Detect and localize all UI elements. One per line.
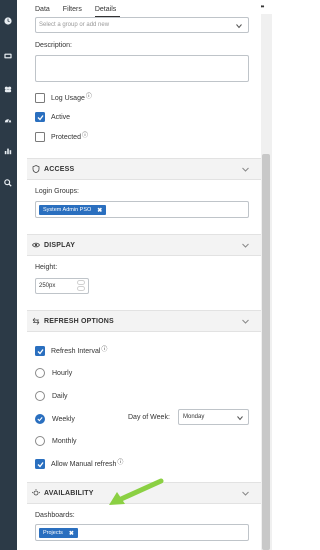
refresh-section-header[interactable]: REFRESH OPTIONS — [27, 310, 261, 332]
monthly-radio-row[interactable]: Monthly — [35, 436, 77, 446]
left-icon-rail — [0, 0, 17, 550]
allow-manual-refresh-label: Allow Manual refresh — [51, 460, 117, 468]
info-icon[interactable]: ⓘ — [117, 457, 123, 466]
details-panel: Data Filters Details Select a group or a… — [27, 0, 261, 550]
remove-chip-icon[interactable]: ✖ — [69, 530, 74, 537]
dashboard-icon[interactable] — [3, 16, 13, 26]
refresh-section-title: REFRESH OPTIONS — [44, 317, 114, 325]
tab-bar: Data Filters Details — [35, 6, 126, 17]
height-stepper[interactable]: 250px — [35, 278, 89, 294]
info-icon[interactable]: ⓘ — [82, 130, 88, 139]
height-value: 250px — [39, 283, 56, 289]
shield-icon — [32, 165, 40, 173]
tab-filters[interactable]: Filters — [63, 6, 89, 17]
daily-radio-row[interactable]: Daily — [35, 391, 68, 401]
tab-data[interactable]: Data — [35, 6, 57, 17]
day-of-week-select[interactable]: Monday — [178, 409, 249, 425]
gauge-icon[interactable] — [3, 115, 13, 125]
info-icon[interactable]: ⓘ — [101, 344, 107, 353]
dashboard-chip: Projects ✖ — [39, 528, 78, 538]
check-icon — [37, 461, 44, 467]
refresh-interval-checkbox[interactable] — [35, 346, 45, 356]
active-checkbox-row[interactable]: Active — [35, 112, 70, 122]
allow-manual-refresh-checkbox[interactable] — [35, 459, 45, 469]
weekly-radio-row[interactable]: Weekly — [35, 414, 75, 424]
login-group-chip: System Admin PSO ✖ — [39, 205, 107, 215]
refresh-interval-row[interactable]: Refresh Interval ⓘ — [35, 346, 107, 356]
daily-radio[interactable] — [35, 391, 45, 401]
login-group-chip-label: System Admin PSO — [43, 207, 92, 213]
description-field[interactable] — [35, 55, 249, 82]
access-section-header[interactable]: ACCESS — [27, 158, 261, 180]
protected-label: Protected — [51, 133, 81, 141]
hourly-radio[interactable] — [35, 368, 45, 378]
day-of-week-label: Day of Week: — [128, 414, 170, 421]
check-icon — [37, 114, 44, 120]
bar-chart-icon[interactable] — [3, 146, 13, 156]
hourly-label: Hourly — [52, 369, 73, 377]
log-usage-checkbox-row[interactable]: Log Usage ⓘ — [35, 93, 92, 103]
log-usage-label: Log Usage — [51, 94, 85, 102]
remove-chip-icon[interactable]: ✖ — [97, 207, 102, 214]
check-icon — [37, 348, 44, 354]
group-select-placeholder: Select a group or add new — [39, 22, 110, 28]
tab-details[interactable]: Details — [94, 6, 121, 17]
check-icon — [37, 417, 43, 422]
protected-checkbox[interactable] — [35, 132, 45, 142]
dashboard-chip-label: Projects — [43, 530, 63, 536]
description-label: Description: — [35, 42, 72, 49]
refresh-interval-label: Refresh Interval — [51, 347, 101, 355]
scrollbar-thumb[interactable] — [262, 154, 270, 550]
users-icon[interactable] — [3, 84, 13, 94]
login-groups-label: Login Groups: — [35, 188, 79, 195]
decrement-button[interactable] — [77, 286, 85, 291]
allow-manual-refresh-row[interactable]: Allow Manual refresh ⓘ — [35, 459, 123, 469]
refresh-icon — [32, 317, 40, 325]
info-icon[interactable]: ⓘ — [86, 91, 92, 100]
daily-label: Daily — [52, 392, 68, 400]
chevron-down-icon — [242, 491, 249, 496]
search-icon[interactable] — [3, 178, 13, 188]
dashboards-label: Dashboards: — [35, 512, 75, 519]
chevron-down-icon — [242, 167, 249, 172]
monthly-label: Monthly — [52, 437, 77, 445]
availability-section-title: AVAILABILITY — [44, 489, 94, 497]
chevron-down-icon — [236, 24, 242, 29]
log-usage-checkbox[interactable] — [35, 93, 45, 103]
protected-checkbox-row[interactable]: Protected ⓘ — [35, 132, 88, 142]
weekly-label: Weekly — [52, 415, 75, 423]
chevron-down-icon — [242, 243, 249, 248]
stepper-arrows — [77, 280, 85, 291]
group-select[interactable]: Select a group or add new — [35, 17, 249, 33]
annotation-arrow-icon — [109, 478, 164, 505]
monthly-radio[interactable] — [35, 436, 45, 446]
active-checkbox[interactable] — [35, 112, 45, 122]
access-section-title: ACCESS — [44, 165, 75, 173]
availability-icon — [32, 489, 40, 497]
increment-button[interactable] — [77, 280, 85, 285]
eye-icon — [32, 241, 40, 249]
height-label: Height: — [35, 264, 58, 271]
chevron-down-icon — [242, 319, 249, 324]
active-label: Active — [51, 113, 71, 121]
monitor-icon[interactable] — [3, 51, 13, 61]
vertical-scrollbar[interactable] — [261, 14, 272, 550]
weekly-radio[interactable] — [35, 414, 45, 424]
hourly-radio-row[interactable]: Hourly — [35, 368, 72, 378]
display-section-header[interactable]: DISPLAY — [27, 234, 261, 256]
chevron-down-icon — [237, 416, 243, 421]
day-of-week-value: Monday — [183, 414, 205, 420]
display-section-title: DISPLAY — [44, 241, 76, 249]
